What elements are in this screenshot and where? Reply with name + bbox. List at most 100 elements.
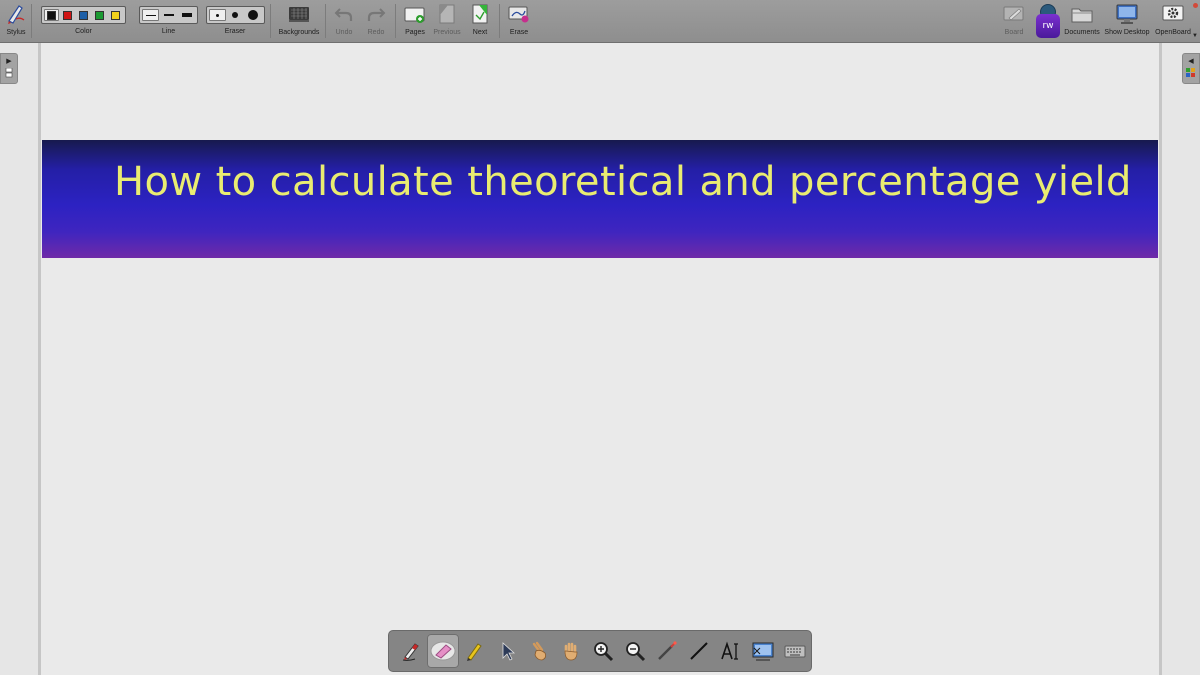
right-panel-toggle[interactable]: ◀ bbox=[1182, 53, 1200, 84]
next-page-label: Next bbox=[472, 29, 488, 36]
text-tool[interactable] bbox=[715, 634, 747, 668]
board-canvas[interactable] bbox=[38, 43, 1162, 675]
expand-left-icon: ◀ bbox=[1188, 58, 1194, 65]
marker-tool[interactable] bbox=[459, 634, 491, 668]
stylus-button[interactable]: Stylus bbox=[4, 0, 28, 43]
screen-recorder-button[interactable]: rw bbox=[1034, 0, 1062, 43]
erase-board-button[interactable]: Erase bbox=[506, 0, 532, 43]
tool-palette bbox=[388, 630, 812, 672]
erase-board-icon bbox=[508, 0, 530, 28]
eraser-size-option[interactable] bbox=[208, 9, 226, 21]
backgrounds-icon bbox=[288, 0, 310, 28]
backgrounds-label: Backgrounds bbox=[278, 29, 320, 36]
documents-label: Documents bbox=[1064, 29, 1100, 36]
hand-tool[interactable] bbox=[555, 634, 587, 668]
stylus-icon bbox=[5, 0, 27, 28]
selector-tool[interactable] bbox=[491, 634, 523, 668]
previous-page-button[interactable]: Previous bbox=[433, 0, 461, 43]
pointing-hand-icon bbox=[532, 641, 546, 661]
eraser-icon bbox=[430, 641, 456, 661]
interact-tool[interactable] bbox=[523, 634, 555, 668]
eraser-size-option[interactable] bbox=[245, 9, 262, 21]
color-swatch[interactable] bbox=[92, 9, 107, 21]
color-swatch-chip bbox=[47, 10, 56, 20]
board-icon bbox=[1003, 0, 1025, 28]
color-group: Color bbox=[37, 0, 130, 43]
close-dot-icon[interactable] bbox=[1193, 3, 1198, 8]
gear-icon bbox=[1162, 0, 1184, 28]
color-swatch-chip bbox=[111, 10, 120, 20]
stylus-label: Stylus bbox=[6, 29, 26, 36]
zoom-in-icon bbox=[594, 642, 614, 662]
line-width-option[interactable] bbox=[142, 9, 159, 21]
toolbar-separator bbox=[270, 4, 271, 38]
laser-pointer-icon bbox=[658, 641, 677, 660]
erase-board-label: Erase bbox=[509, 29, 529, 36]
monitor-icon bbox=[1115, 0, 1139, 28]
line-width-option[interactable] bbox=[178, 9, 195, 21]
openboard-menu-chevron-icon[interactable]: ▼ bbox=[1192, 33, 1198, 39]
screen-recorder-icon: rw bbox=[1035, 0, 1061, 40]
previous-page-icon bbox=[437, 0, 457, 28]
recorder-badge: rw bbox=[1036, 14, 1060, 38]
eraser-tool[interactable] bbox=[427, 634, 459, 668]
eraser-size-options bbox=[205, 6, 265, 24]
eraser-label: Eraser bbox=[224, 28, 246, 35]
color-swatch[interactable] bbox=[60, 9, 75, 21]
pages-button[interactable]: Pages bbox=[403, 0, 427, 43]
redo-button[interactable]: Redo bbox=[365, 0, 387, 43]
undo-button[interactable]: Undo bbox=[333, 0, 355, 43]
text-icon bbox=[721, 641, 738, 660]
zoom-out-tool[interactable] bbox=[619, 634, 651, 668]
redo-label: Redo bbox=[367, 29, 385, 36]
top-toolbar: Stylus Color Line Eraser Backgrounds Und… bbox=[0, 0, 1200, 43]
line-width-options bbox=[139, 6, 198, 24]
left-panel-toggle[interactable]: ▶ bbox=[0, 53, 18, 84]
line-tool[interactable] bbox=[683, 634, 715, 668]
folder-icon bbox=[1071, 0, 1093, 28]
undo-label: Undo bbox=[335, 29, 353, 36]
line-icon bbox=[690, 642, 708, 660]
laser-pointer-tool[interactable] bbox=[651, 634, 683, 668]
hand-icon bbox=[564, 642, 578, 661]
page-thumbnails-icon bbox=[5, 68, 13, 78]
line-group: Line bbox=[139, 0, 198, 43]
board-label: Board bbox=[1004, 29, 1024, 36]
next-page-icon bbox=[470, 0, 490, 28]
toolbar-separator bbox=[325, 4, 326, 38]
eraser-size-sample bbox=[232, 12, 238, 18]
color-swatch[interactable] bbox=[76, 9, 91, 21]
line-width-option[interactable] bbox=[160, 9, 177, 21]
color-swatches bbox=[41, 6, 126, 24]
redo-icon bbox=[366, 0, 386, 28]
eraser-size-option[interactable] bbox=[227, 9, 244, 21]
pen-tool[interactable] bbox=[395, 634, 427, 668]
pages-label: Pages bbox=[405, 29, 425, 36]
pages-icon bbox=[404, 0, 426, 28]
color-swatch-chip bbox=[79, 10, 88, 20]
eraser-size-sample bbox=[248, 10, 258, 20]
color-swatch-chip bbox=[95, 10, 104, 20]
show-desktop-button[interactable]: Show Desktop bbox=[1103, 0, 1151, 43]
show-desktop-label: Show Desktop bbox=[1104, 29, 1150, 36]
color-swatch[interactable] bbox=[108, 9, 123, 21]
keyboard-tool[interactable] bbox=[779, 634, 811, 668]
capture-tool[interactable] bbox=[747, 634, 779, 668]
pen-icon bbox=[402, 643, 419, 661]
eraser-size-sample bbox=[215, 13, 219, 17]
title-banner: How to calculate theoretical and percent… bbox=[42, 140, 1158, 258]
toolbar-separator bbox=[31, 4, 32, 38]
documents-button[interactable]: Documents bbox=[1064, 0, 1100, 43]
line-label: Line bbox=[161, 28, 176, 35]
board-button[interactable]: Board bbox=[1001, 0, 1027, 43]
next-page-button[interactable]: Next bbox=[468, 0, 492, 43]
highlighter-icon bbox=[467, 643, 482, 661]
expand-right-icon: ▶ bbox=[6, 58, 12, 65]
eraser-group: Eraser bbox=[205, 0, 265, 43]
backgrounds-button[interactable]: Backgrounds bbox=[277, 0, 321, 43]
openboard-menu-button[interactable]: OpenBoard bbox=[1152, 0, 1194, 43]
color-swatch[interactable] bbox=[44, 9, 59, 21]
color-label: Color bbox=[75, 28, 92, 35]
zoom-in-tool[interactable] bbox=[587, 634, 619, 668]
undo-icon bbox=[334, 0, 354, 28]
